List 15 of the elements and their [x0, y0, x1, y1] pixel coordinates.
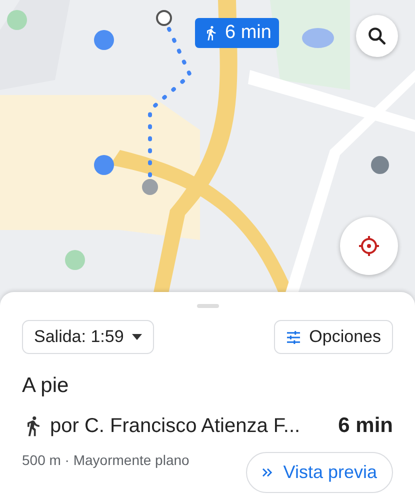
double-chevron-icon: [262, 468, 274, 477]
preview-button[interactable]: Vista previa: [246, 452, 393, 493]
departure-dropdown[interactable]: Salida: 1:59: [22, 320, 154, 354]
route-duration: 6 min: [338, 414, 393, 438]
search-icon: [366, 25, 388, 47]
caret-icon: [132, 334, 142, 340]
route-name: por C. Francisco Atienza F...: [50, 414, 302, 438]
route-duration-chip[interactable]: 6 min: [195, 18, 280, 48]
travel-mode-title: A pie: [22, 374, 70, 398]
duration-label: 6 min: [225, 22, 272, 44]
options-button[interactable]: Opciones: [274, 320, 393, 354]
crosshair-icon: [357, 234, 381, 258]
drag-handle[interactable]: [196, 304, 218, 308]
route-details: 500 m · Mayormente plano: [22, 452, 190, 468]
sliders-icon: [286, 330, 302, 344]
